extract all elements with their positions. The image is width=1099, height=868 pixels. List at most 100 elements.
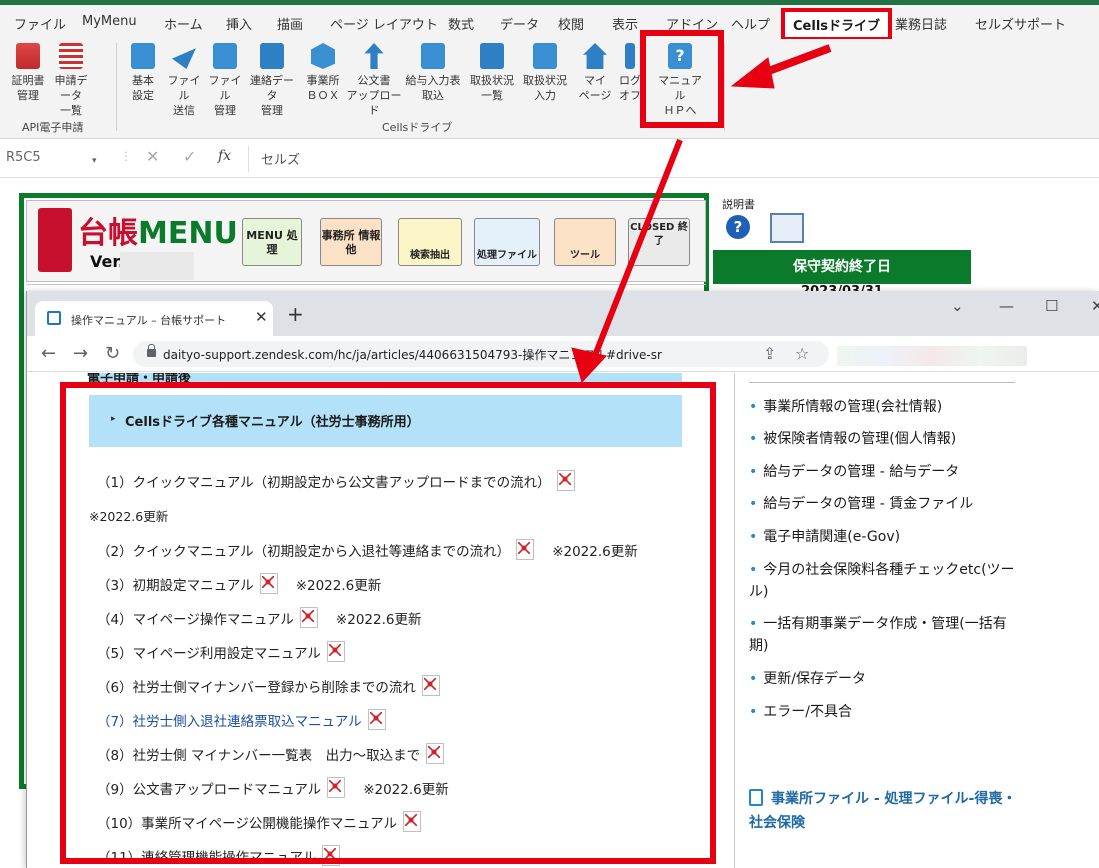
office-box-button[interactable]: 事業所 ＢＯＸ [302,43,344,103]
payroll-import-button[interactable]: 給与入力表 取込 [403,43,463,103]
tab-data[interactable]: データ [500,14,539,33]
button-label: 一覧 [481,89,503,102]
logo-text-en: MENU [138,216,238,251]
tab-insert[interactable]: 挿入 [226,14,252,33]
bullet-icon: • [749,431,758,447]
highlight-box-ribbon [640,30,724,128]
bookmark-star-icon[interactable]: ☆ [795,344,809,363]
minimize-icon[interactable]: — [999,297,1014,315]
tab-page-layout[interactable]: ページ レイアウト [330,14,438,33]
tab-formulas[interactable]: 数式 [448,14,474,33]
tab-title: 操作マニュアル – 台帳サポート [71,314,227,327]
certificate-icon [16,43,40,69]
browser-toolbar: ← → ↻ daityo-support.zendesk.com/hc/ja/a… [27,336,1099,372]
tab-home[interactable]: ホーム [164,14,203,33]
formula-input[interactable]: セルズ [248,146,1098,172]
tab-search-icon[interactable]: ⌄ [951,297,964,315]
sidebar-link-label: 電子申請関連(e-Gov) [763,529,901,545]
sidebar-link[interactable]: • 一括有期事業データ作成・管理(一括有期) [749,613,1024,657]
certificate-button[interactable]: 証明書 管理 [7,43,49,103]
name-box[interactable]: R5C5 [6,147,104,171]
tool-button[interactable]: ツール [554,218,616,266]
menu-process-button[interactable]: MENU 処 理 [242,218,302,266]
application-list-button[interactable]: 申請データ 一覧 [50,43,92,118]
tab-cells-support[interactable]: セルズサポート [975,14,1066,33]
close-app-button[interactable]: CLOSED 終了 [628,218,690,266]
sidebar-link[interactable]: • 給与データの管理 - 給与データ [749,461,1024,483]
button-label: 管理 [17,89,39,102]
process-file-button[interactable]: 処理ファイル [474,218,540,266]
office-info-button[interactable]: 事務所 情報他 [320,218,382,266]
sidebar-link[interactable]: • 今月の社会保険料各種チェックetc(ツール) [749,559,1024,603]
sidebar-link-label: 被保険者情報の管理(個人情報) [763,431,957,447]
bullet-icon: • [749,562,758,578]
share-icon[interactable]: ⇪ [763,344,776,363]
bullet-icon: • [749,399,758,415]
group-label-cells-drive: Cellsドライブ [382,121,453,134]
key-icon [625,43,635,69]
search-extract-button[interactable]: 検索抽出 [398,218,462,266]
version-label: Ver. [90,252,125,271]
confirm-icon[interactable]: ✓ [183,147,196,166]
back-icon[interactable]: ← [41,343,56,364]
address-bar[interactable]: daityo-support.zendesk.com/hc/ja/article… [133,341,829,367]
bullet-icon: • [749,529,758,545]
sidebar-link[interactable]: • エラー/不具合 [749,701,1024,723]
help-icon[interactable]: ? [726,215,750,239]
tab-file[interactable]: ファイル [14,14,66,33]
chevron-down-icon[interactable]: ▾ [92,156,97,166]
application-list-icon [59,43,83,69]
maximize-icon[interactable]: ☐ [1045,297,1058,315]
reload-icon[interactable]: ↻ [105,343,120,364]
status-input-button[interactable]: 取扱状況 入力 [519,43,571,103]
button-label: アップロード [346,89,402,117]
sidebar-heading[interactable]: 事業所ファイル - 処理ファイル-得喪・社会保険 [749,787,1024,835]
group-separator [724,43,725,131]
url-text: daityo-support.zendesk.com/hc/ja/article… [163,348,662,362]
cancel-icon[interactable]: ✕ [146,147,159,166]
button-label: 事業所 [306,74,340,87]
redacted-block [120,252,194,280]
tab-draw[interactable]: 描画 [277,14,303,33]
article-sidebar: • 事業所情報の管理(会社情報) • 被保険者情報の管理(個人情報) • 給与データの… [734,373,1028,868]
button-label: 送信 [173,104,195,117]
button-label: 申請データ [54,74,88,102]
status-list-button[interactable]: 取扱状況 一覧 [466,43,518,103]
page-margin [1031,373,1099,868]
new-tab-icon[interactable]: + [287,304,304,324]
button-label: 公文書 [357,74,391,87]
sidebar-link-label: 事業所情報の管理(会社情報) [763,399,943,415]
basic-settings-button[interactable]: 基本 設定 [122,43,164,103]
close-tab-icon[interactable]: ✕ [255,308,268,326]
file-send-button[interactable]: ファイル 送信 [163,43,205,118]
menu-icon[interactable]: ⋮ [1093,344,1099,363]
document-upload-button[interactable]: 公文書 アップロード [346,43,402,118]
calendar-icon[interactable] [770,213,804,243]
sidebar-link[interactable]: • 電子申請関連(e-Gov) [749,526,1024,548]
button-label: 管理 [214,104,236,117]
sidebar-link[interactable]: • 被保険者情報の管理(個人情報) [749,428,1024,450]
group-label-api: API電子申請 [22,121,84,134]
tab-review[interactable]: 校閲 [558,14,584,33]
sidebar-link[interactable]: • 給与データの管理 - 賃金ファイル [749,493,1024,515]
sidebar-link[interactable]: • 更新/保存データ [749,668,1024,690]
tab-mymenu[interactable]: MyMenu [82,14,137,29]
browser-tab[interactable]: 操作マニュアル – 台帳サポート ✕ [35,301,273,336]
tab-help[interactable]: ヘルプ [731,14,770,33]
close-window-icon[interactable]: ✕ [1091,297,1099,315]
tab-cells-drive[interactable]: Cellsドライブ [781,8,893,41]
formula-bar: R5C5 ▾ ⋮ ✕ ✓ fx セルズ [0,140,1099,178]
fx-icon[interactable]: fx [218,148,231,164]
tab-work-diary[interactable]: 業務日誌 [895,14,947,33]
button-label: 管理 [261,104,283,117]
tab-strip: 操作マニュアル – 台帳サポート ✕ + ⌄ — ☐ ✕ [27,291,1099,336]
forward-icon[interactable]: → [73,343,88,364]
contact-data-button[interactable]: 連絡データ 管理 [246,43,298,118]
sidebar-link-label: 給与データの管理 - 給与データ [763,464,960,480]
ribbon-tabs: ファイル MyMenu ホーム 挿入 描画 ページ レイアウト 数式 データ 校… [0,5,1099,41]
sidebar-link-label: 今月の社会保険料各種チェックetc(ツール) [749,562,1015,600]
tab-view[interactable]: 表示 [612,14,638,33]
file-manage-button[interactable]: ファイル 管理 [204,43,246,118]
my-page-button[interactable]: マイ ページ [574,43,616,103]
sidebar-link[interactable]: • 事業所情報の管理(会社情報) [749,396,1024,418]
